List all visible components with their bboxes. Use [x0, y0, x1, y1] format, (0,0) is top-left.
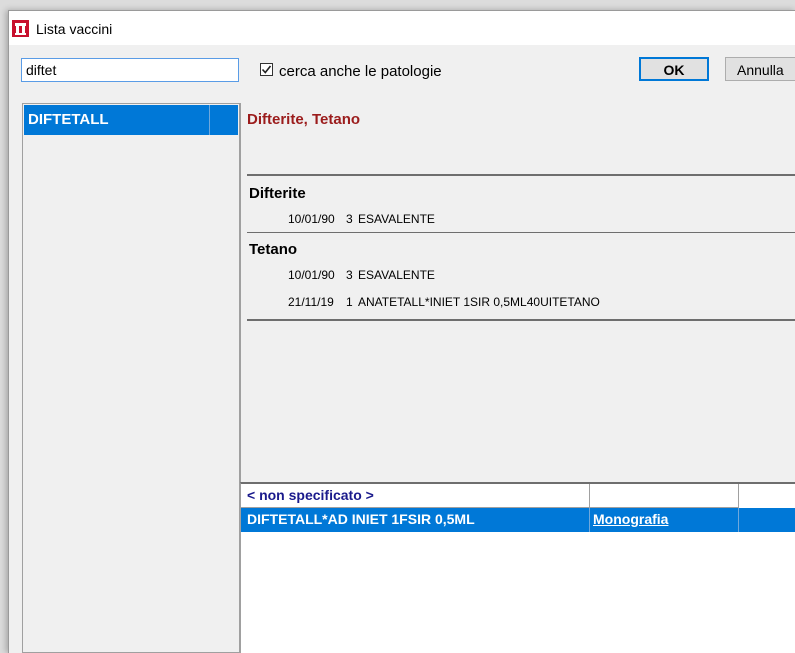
- product-name: < non specificato >: [247, 487, 374, 503]
- product-name: DIFTETALL*AD INIET 1FSIR 0,5ML: [247, 511, 475, 527]
- column-divider: [589, 508, 590, 532]
- divider: [247, 232, 795, 233]
- checkmark-icon: [261, 65, 272, 74]
- cancel-button[interactable]: Annulla: [725, 57, 795, 81]
- table-row[interactable]: DIFTETALL*AD INIET 1FSIR 0,5ML Monografi…: [241, 508, 795, 532]
- entry-date: 10/01/90: [288, 212, 335, 226]
- include-diseases-label[interactable]: cerca anche le patologie: [279, 63, 442, 80]
- group-header-tetano: Tetano: [249, 241, 298, 258]
- entry-date: 10/01/90: [288, 268, 335, 282]
- title-bar: Lista vaccini: [9, 11, 795, 45]
- ok-button[interactable]: OK: [639, 57, 709, 81]
- table-row[interactable]: < non specificato >: [241, 484, 795, 508]
- entry-product: ESAVALENTE: [358, 212, 435, 226]
- column-divider: [589, 484, 590, 508]
- group-header-difterite: Difterite: [249, 185, 306, 202]
- column-divider: [738, 484, 739, 508]
- app-icon: [12, 20, 29, 37]
- column-divider: [738, 508, 739, 532]
- disease-title: Difterite, Tetano: [247, 111, 361, 128]
- entry-product: ANATETALL*INIET 1SIR 0,5ML40UITETANO: [358, 295, 600, 309]
- entry-dose: 3: [346, 212, 353, 226]
- entry-dose: 1: [346, 295, 353, 309]
- divider: [247, 319, 795, 321]
- list-item-label: DIFTETALL: [28, 111, 109, 128]
- entry-dose: 3: [346, 268, 353, 282]
- product-table[interactable]: < non specificato > DIFTETALL*AD INIET 1…: [240, 482, 795, 653]
- search-input[interactable]: [21, 58, 239, 82]
- monografia-link[interactable]: Monografia: [593, 511, 668, 527]
- column-divider: [209, 105, 210, 135]
- vaccine-list[interactable]: DIFTETALL: [22, 103, 240, 653]
- list-item-diftetall[interactable]: DIFTETALL: [24, 105, 238, 135]
- entry-date: 21/11/19: [288, 295, 334, 309]
- vaccine-list-dialog: Lista vaccini cerca anche le patologie O…: [8, 10, 795, 653]
- vaccination-entry: 21/11/19 1 ANATETALL*INIET 1SIR 0,5ML40UIT…: [288, 295, 600, 309]
- divider: [247, 174, 795, 176]
- entry-product: ESAVALENTE: [358, 268, 435, 282]
- include-diseases-checkbox[interactable]: [260, 63, 273, 76]
- vaccination-entry: 10/01/90 3 ESAVALENTE: [288, 212, 435, 226]
- window-title: Lista vaccini: [36, 21, 113, 37]
- vaccination-entry: 10/01/90 3 ESAVALENTE: [288, 268, 435, 282]
